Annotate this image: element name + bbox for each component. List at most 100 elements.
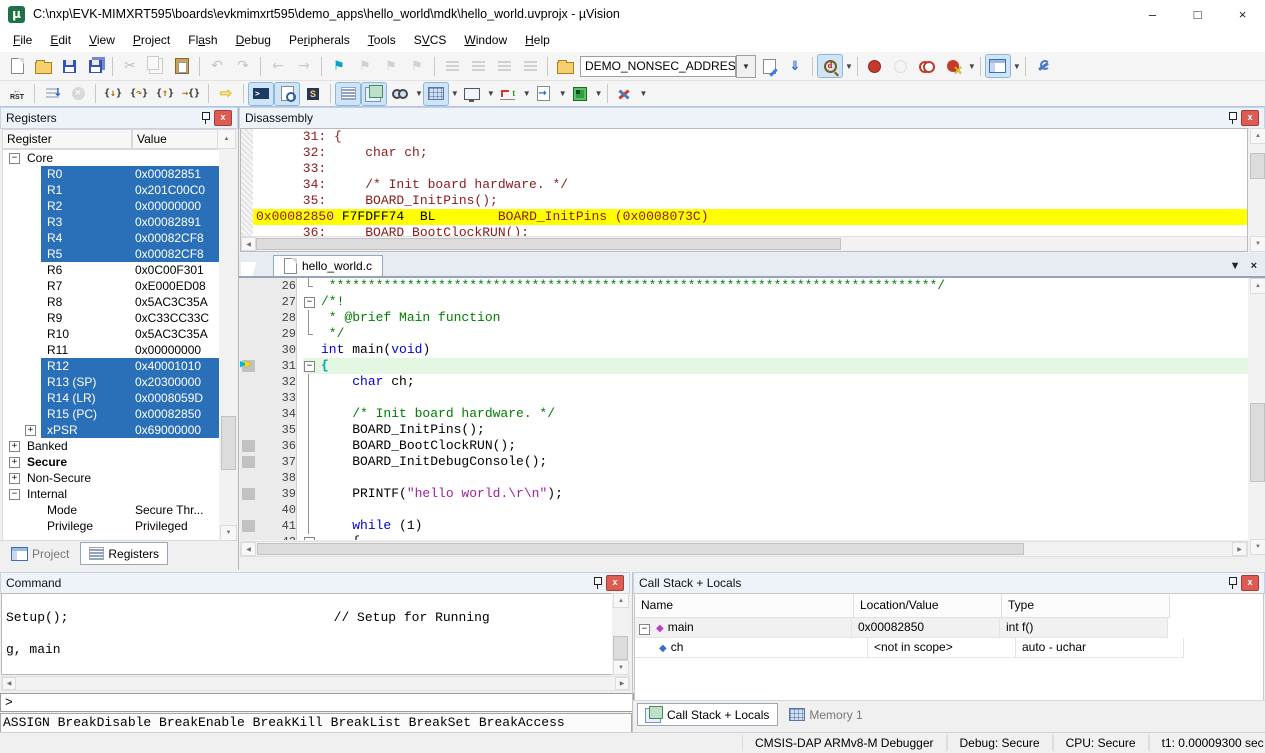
editor-line[interactable]: 36 BOARD_BootClockRUN(); — [240, 438, 1248, 454]
breakpoint-margin[interactable] — [240, 374, 258, 390]
watch-window-button[interactable] — [388, 83, 412, 105]
register-row[interactable]: R100x5AC3C35A — [3, 326, 220, 342]
step-button[interactable]: {↓} — [101, 83, 125, 105]
analysis-window-button[interactable] — [496, 83, 520, 105]
breakpoint-margin[interactable] — [240, 502, 258, 518]
target-select-combo[interactable]: DEMO_NONSEC_ADDRES — [580, 56, 736, 77]
editor-line[interactable]: 26 *************************************… — [240, 278, 1248, 294]
breakpoint-margin[interactable] — [240, 518, 258, 534]
command-vertical-scrollbar[interactable]: ▲ ▼ — [612, 593, 628, 675]
column-header-type[interactable]: Type — [1002, 594, 1170, 618]
undo-button[interactable] — [205, 55, 229, 77]
fold-margin[interactable] — [303, 278, 316, 294]
register-row[interactable]: −Core — [3, 150, 220, 166]
editor-line[interactable]: ▶▶31−{ — [240, 358, 1248, 374]
editor-line[interactable]: 35 BOARD_InitPins(); — [240, 422, 1248, 438]
new-file-button[interactable] — [5, 55, 29, 77]
callstack-row[interactable]: ◆ch<not in scope>auto - uchar — [635, 638, 1263, 658]
register-row[interactable]: R30x00082891 — [3, 214, 220, 230]
scroll-right-button[interactable]: ▶ — [1232, 542, 1247, 556]
breakpoint-margin[interactable] — [240, 438, 258, 454]
memory-dropdown-arrow[interactable]: ▼ — [451, 89, 459, 98]
tab-list-dropdown[interactable]: ▼ — [1230, 260, 1241, 272]
step-out-button[interactable]: {↑} — [153, 83, 177, 105]
scroll-left-button[interactable]: ◀ — [241, 542, 256, 556]
register-row[interactable]: −Internal — [3, 486, 220, 502]
menu-file[interactable]: File — [4, 30, 41, 50]
kill-all-breakpoints-button[interactable] — [941, 55, 965, 77]
command-horizontal-scrollbar[interactable]: ◀ ▶ — [1, 676, 630, 691]
symbols-window-button[interactable]: S — [301, 83, 325, 105]
reset-button[interactable]: ←RST — [5, 83, 29, 105]
registers-scroll-up[interactable]: ▲ — [217, 129, 236, 149]
toolbox-dropdown-arrow[interactable]: ▼ — [640, 89, 648, 98]
menu-tools[interactable]: Tools — [359, 30, 405, 50]
find-in-files-button[interactable]: d — [818, 55, 842, 77]
fold-margin[interactable] — [303, 406, 316, 422]
scrollbar-thumb[interactable] — [1250, 153, 1265, 179]
scroll-left-button[interactable]: ◀ — [241, 237, 256, 251]
scroll-down-button[interactable]: ▼ — [1250, 539, 1265, 555]
save-button[interactable] — [57, 55, 81, 77]
fold-margin[interactable] — [303, 422, 316, 438]
registers-close-button[interactable]: x — [214, 110, 232, 126]
expand-box-icon[interactable]: + — [25, 425, 36, 436]
fold-margin[interactable]: − — [303, 294, 316, 310]
editor-line[interactable]: 28 * @brief Main function — [240, 310, 1248, 326]
uncomment-button[interactable] — [518, 55, 542, 77]
register-row[interactable]: R70xE000ED08 — [3, 278, 220, 294]
window-layout-button[interactable] — [986, 55, 1010, 77]
command-close-button[interactable]: x — [606, 575, 624, 591]
breakpoint-margin[interactable]: ▶▶ — [240, 358, 258, 374]
disassembly-line[interactable]: 31: { — [253, 129, 1247, 145]
register-row[interactable]: R15 (PC)0x00082850 — [3, 406, 220, 422]
scrollbar-thumb[interactable] — [221, 416, 236, 470]
memory-window-button[interactable] — [424, 83, 448, 105]
step-over-button[interactable]: {↷} — [127, 83, 151, 105]
enable-breakpoint-button[interactable] — [889, 55, 913, 77]
editor-line[interactable]: 42− { — [240, 534, 1248, 540]
stop-button[interactable]: × — [66, 83, 90, 105]
register-row[interactable]: R90xC33CC33C — [3, 310, 220, 326]
serial-window-button[interactable] — [460, 83, 484, 105]
scrollbar-thumb[interactable] — [256, 238, 841, 250]
unindent-button[interactable] — [466, 55, 490, 77]
register-row[interactable]: R110x00000000 — [3, 342, 220, 358]
register-row[interactable]: R14 (LR)0x0008059D — [3, 390, 220, 406]
open-file-button[interactable] — [31, 55, 55, 77]
expand-box-icon[interactable]: + — [9, 441, 20, 452]
column-header-name[interactable]: Name — [635, 594, 854, 618]
breakpoint-margin[interactable] — [240, 342, 258, 358]
breakpoint-margin[interactable] — [240, 422, 258, 438]
menu-peripherals[interactable]: Peripherals — [280, 30, 359, 50]
register-row[interactable]: +Banked — [3, 438, 220, 454]
previous-bookmark-button[interactable] — [353, 55, 377, 77]
pin-icon[interactable] — [201, 112, 210, 124]
analysis-dropdown-arrow[interactable]: ▼ — [523, 89, 531, 98]
serial-dropdown-arrow[interactable]: ▼ — [487, 89, 495, 98]
manage-project-items-button[interactable] — [757, 55, 781, 77]
register-row[interactable]: R120x40001010 — [3, 358, 220, 374]
callstack-window-button[interactable] — [362, 83, 386, 105]
fold-margin[interactable] — [303, 310, 316, 326]
register-row[interactable]: PrivilegePrivileged — [3, 518, 220, 534]
pin-icon[interactable] — [593, 577, 602, 589]
register-row[interactable]: +xPSR0x69000000 — [3, 422, 220, 438]
registers-scroll-down[interactable]: ▼ — [220, 525, 237, 541]
options-for-target-button[interactable] — [553, 55, 577, 77]
register-row[interactable]: R20x00000000 — [3, 198, 220, 214]
breakpoint-margin[interactable] — [240, 454, 258, 470]
paste-button[interactable] — [170, 55, 194, 77]
expand-box-icon[interactable]: + — [9, 473, 20, 484]
register-row[interactable]: R10x201C00C0 — [3, 182, 220, 198]
register-column-header[interactable]: Register — [2, 129, 132, 149]
fold-collapse-icon[interactable]: − — [304, 361, 315, 372]
breakpoint-margin[interactable] — [240, 470, 258, 486]
tab-hello-world-c[interactable]: hello_world.c — [273, 255, 383, 276]
fold-margin[interactable]: − — [303, 534, 316, 540]
disassembly-line[interactable]: 33: — [253, 161, 1247, 177]
find-dropdown-arrow[interactable]: ▼ — [845, 62, 853, 71]
disable-all-breakpoints-button[interactable] — [915, 55, 939, 77]
menu-svcs[interactable]: SVCS — [405, 30, 456, 50]
fold-margin[interactable] — [303, 502, 316, 518]
